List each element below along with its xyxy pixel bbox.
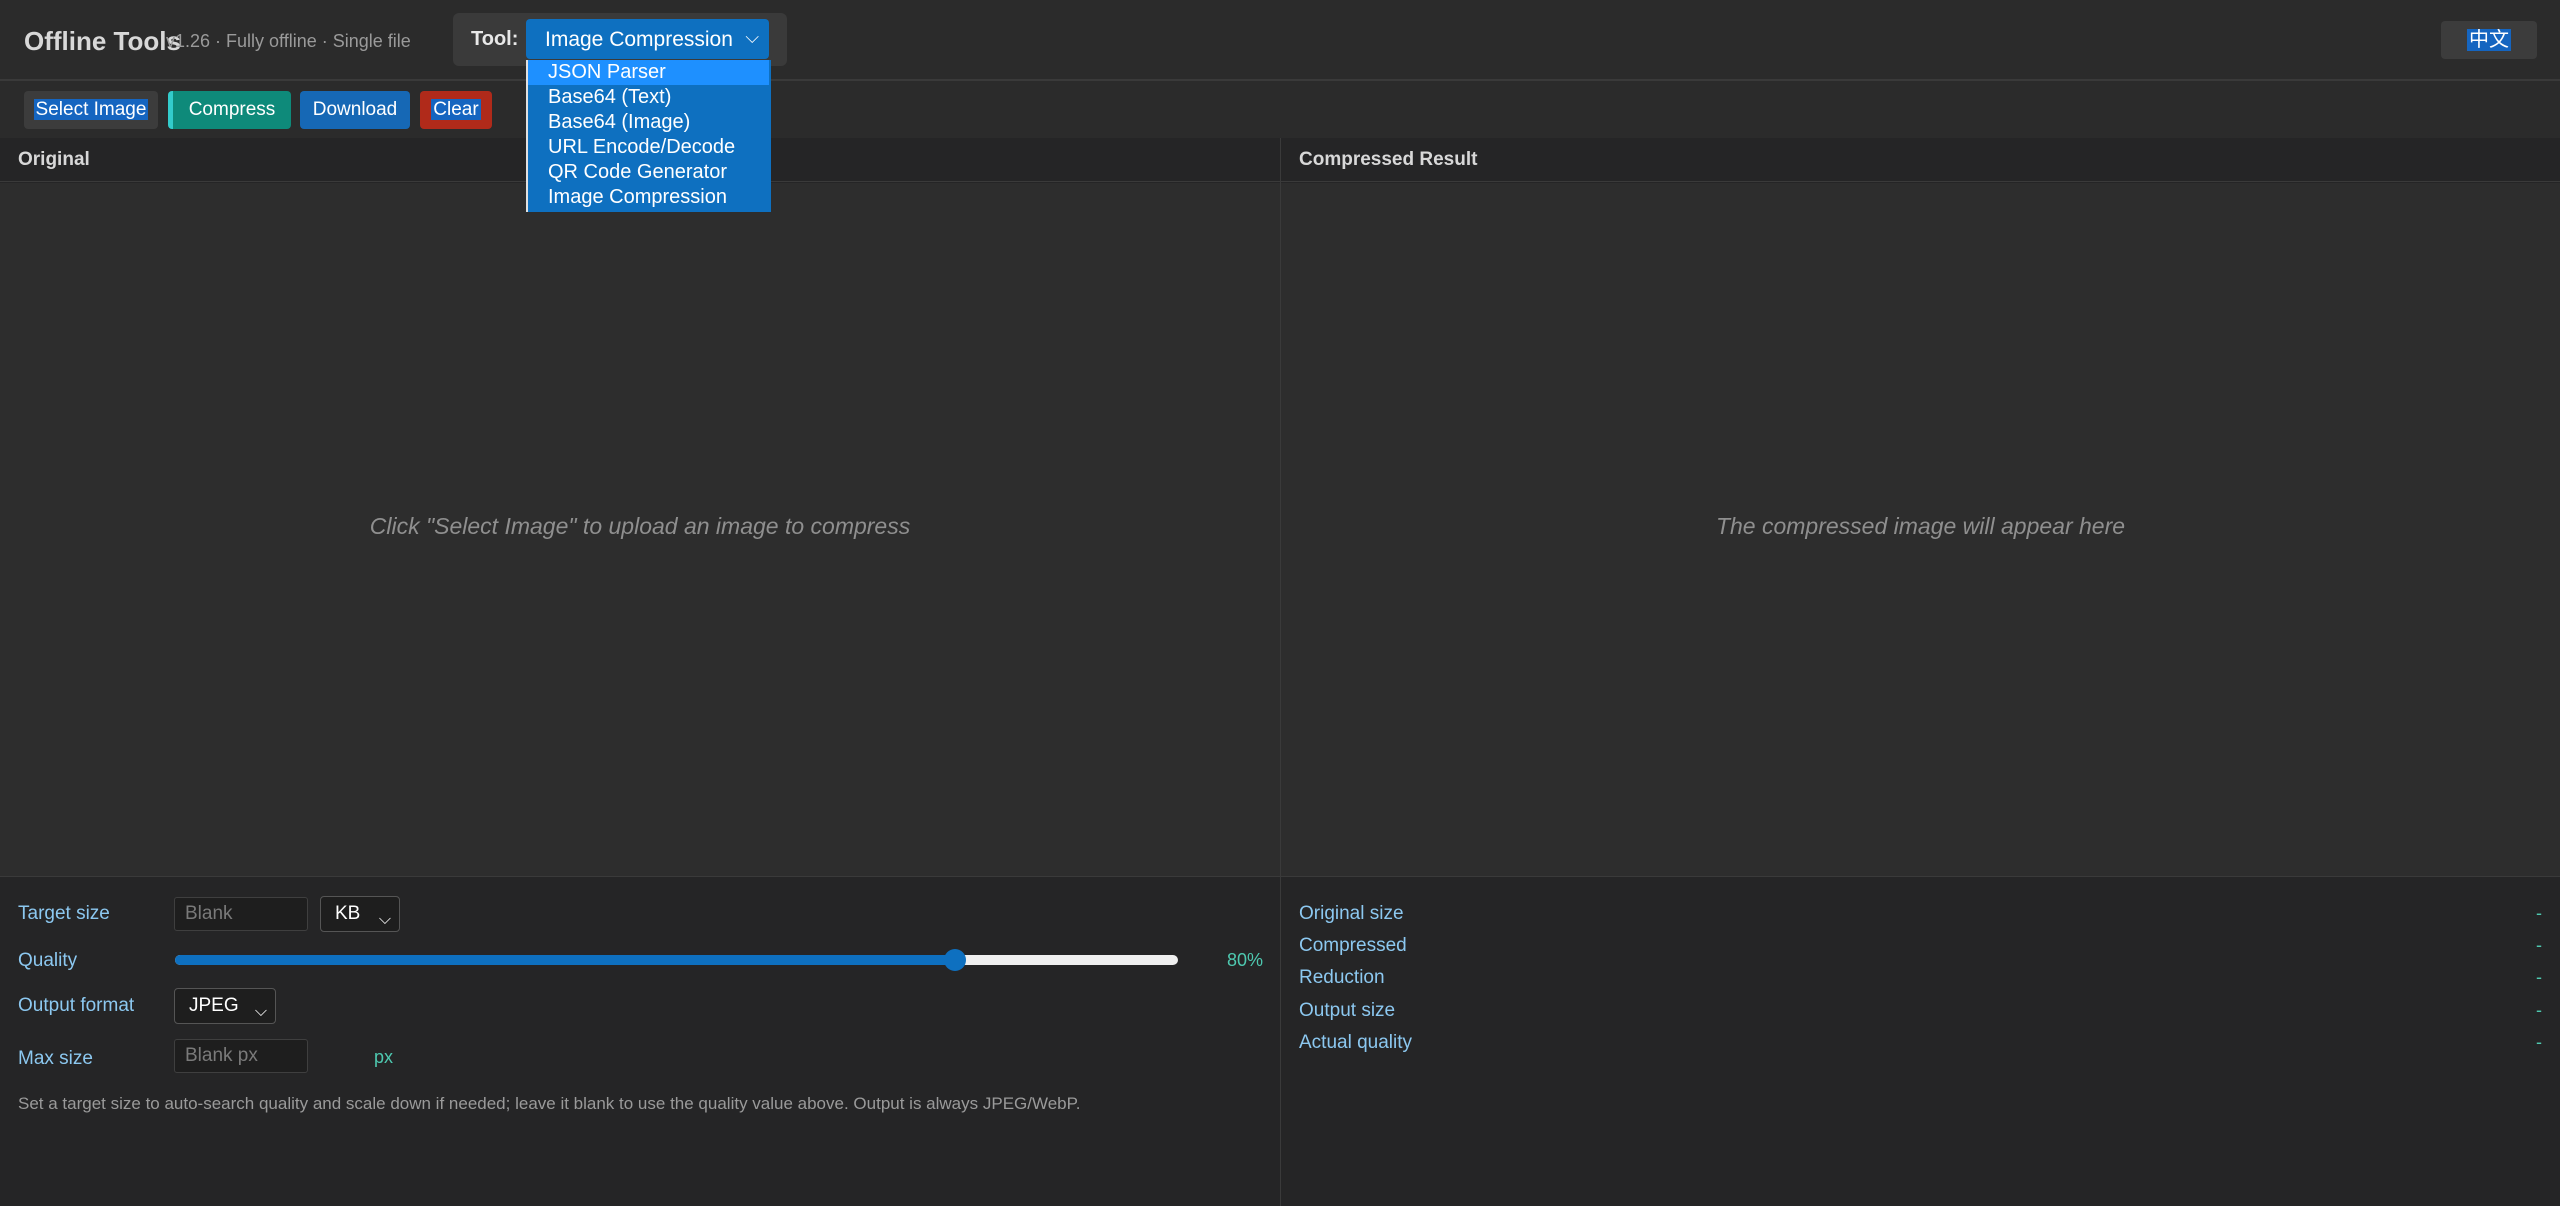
tool-label: Tool: [471,28,519,50]
app-title: Offline Tools [24,26,181,56]
tool-select-value: Image Compression [545,28,733,51]
settings-hint: Set a target size to auto-search quality… [18,1094,1081,1113]
result-placeholder: The compressed image will appear here [1715,513,2126,539]
output-format-label: Output format [18,995,135,1016]
stat-label-original-size: Original size [1299,903,1404,924]
quality-label: Quality [18,950,78,971]
chevron-down-icon: ⌵ [254,1003,267,1020]
compress-label: Compress [188,99,276,120]
stat-label-output-size: Output size [1299,1000,1396,1021]
clear-button[interactable]: Clear [420,91,492,129]
tool-dropdown-list: JSON Parser Base64 (Text) Base64 (Image)… [526,60,771,212]
stat-value-output-size: - [2536,1000,2542,1020]
target-size-unit-select[interactable]: KB ⌵ [320,896,400,932]
stat-label-actual-quality: Actual quality [1299,1032,1413,1053]
stat-value-compressed: - [2536,935,2542,955]
target-size-unit-value: KB [335,903,361,924]
tool-selector: Tool: Image Compression ⌵ [453,13,787,66]
original-placeholder: Click "Select Image" to upload an image … [369,513,911,539]
tool-select-dropdown[interactable]: Image Compression ⌵ [526,19,769,59]
dropdown-option-base64-image[interactable]: Base64 (Image) [528,110,769,135]
max-size-label: Max size [18,1048,93,1069]
quality-value: 80% [1227,950,1264,970]
output-format-select[interactable]: JPEG ⌵ [174,988,276,1024]
dropdown-option-base64-text[interactable]: Base64 (Text) [528,85,769,110]
target-size-label: Target size [18,903,110,924]
stat-label-compressed: Compressed [1299,935,1407,956]
dropdown-option-image-compression[interactable]: Image Compression [528,185,769,210]
compress-button[interactable]: Compress [168,91,291,129]
output-format-value: JPEG [189,995,239,1016]
max-size-input[interactable]: Blank px [174,1039,308,1073]
download-label: Download [312,99,398,120]
dropdown-option-qr-code[interactable]: QR Code Generator [528,160,769,185]
dropdown-option-url-encode[interactable]: URL Encode/Decode [528,135,769,160]
download-button[interactable]: Download [300,91,410,129]
max-size-unit: px [374,1047,394,1067]
stat-value-actual-quality: - [2536,1032,2542,1052]
language-label: 中文 [2467,29,2511,51]
stat-value-reduction: - [2536,967,2542,987]
select-image-label: Select Image [33,99,149,120]
original-preview: Click "Select Image" to upload an image … [0,183,1280,877]
quality-slider-thumb[interactable] [944,949,966,971]
quality-slider[interactable] [175,949,1178,971]
app-header: Offline Tools v1.26 · Fully offline · Si… [0,0,2560,81]
dropdown-option-json-parser[interactable]: JSON Parser [528,60,769,85]
stat-value-original-size: - [2536,903,2542,923]
result-preview: The compressed image will appear here [1281,183,2560,877]
result-pane-title: Compressed Result [1281,138,2560,182]
select-image-button[interactable]: Select Image [24,91,158,129]
clear-label: Clear [431,99,481,120]
quality-slider-fill [175,955,955,965]
app-version: v1.26 · Fully offline · Single file [166,31,411,51]
language-button[interactable]: 中文 [2441,21,2537,59]
toolbar: Select Image Compress Download Clear [0,81,2560,138]
chevron-down-icon: ⌵ [745,27,759,47]
chevron-down-icon: ⌵ [378,911,391,928]
stat-label-reduction: Reduction [1299,967,1385,988]
target-size-input[interactable]: Blank [174,897,308,931]
